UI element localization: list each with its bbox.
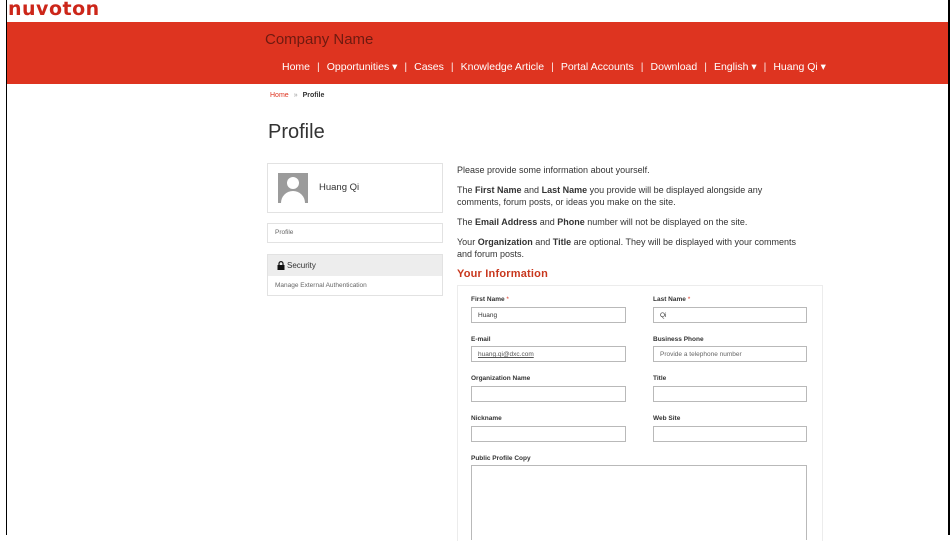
company-name[interactable]: Company Name <box>265 31 373 48</box>
nav-opportunities[interactable]: Opportunities ▾ <box>327 61 398 73</box>
sidebar-item-manage-external-auth[interactable]: Manage External Authentication <box>267 276 443 296</box>
breadcrumb-home[interactable]: Home <box>270 92 289 99</box>
nickname-field[interactable] <box>471 426 626 442</box>
organization-name-field[interactable] <box>471 386 626 402</box>
email-label: E-mail <box>471 336 491 343</box>
nuvoton-logo[interactable]: nuvoton <box>8 0 100 20</box>
your-information-heading: Your Information <box>457 268 548 280</box>
title-field[interactable] <box>653 386 807 402</box>
intro-paragraph-3: The Email Address and Phone number will … <box>457 217 748 227</box>
first-name-field[interactable]: Huang <box>471 307 626 323</box>
business-phone-label: Business Phone <box>653 336 704 343</box>
web-site-field[interactable] <box>653 426 807 442</box>
security-heading-label: Security <box>287 261 316 270</box>
email-field[interactable]: huang.qi@dxc.com <box>471 346 626 362</box>
profile-card: Huang Qi <box>267 163 443 213</box>
intro-paragraph-2: The First Name and Last Name you provide… <box>457 185 763 207</box>
last-name-label: Last Name * <box>653 296 691 303</box>
nav-cases[interactable]: Cases <box>414 61 444 73</box>
breadcrumb-current: Profile <box>302 92 325 99</box>
public-profile-copy-label: Public Profile Copy <box>471 455 531 462</box>
nav-user-menu[interactable]: Huang Qi ▾ <box>773 61 826 73</box>
business-phone-field[interactable]: Provide a telephone number <box>653 346 807 362</box>
sidebar-security-heading: Security <box>267 254 443 276</box>
page-title: Profile <box>268 121 325 143</box>
nav-portal-accounts[interactable]: Portal Accounts <box>561 61 634 73</box>
intro-paragraph-4: Your Organization and Title are optional… <box>457 237 797 259</box>
nickname-label: Nickname <box>471 415 502 422</box>
public-profile-copy-textarea[interactable] <box>471 465 807 540</box>
nav-knowledge-article[interactable]: Knowledge Article <box>461 61 544 73</box>
last-name-field[interactable]: Qi <box>653 307 807 323</box>
main-nav: Home | Opportunities ▾ | Cases | Knowledge Art… <box>282 61 826 73</box>
nav-home[interactable]: Home <box>282 61 310 73</box>
lock-icon <box>277 261 285 270</box>
avatar-icon <box>278 173 308 203</box>
first-name-label: First Name * <box>471 296 509 303</box>
title-label: Title <box>653 375 667 382</box>
site-header: Company Name Home | Opportunities ▾ | Cases |… <box>7 22 948 84</box>
organization-name-label: Organization Name <box>471 375 531 382</box>
intro-paragraph-1: Please provide some information about yo… <box>457 165 650 175</box>
breadcrumb-separator: » <box>293 92 298 99</box>
nav-download[interactable]: Download <box>651 61 698 73</box>
sidebar-item-profile[interactable]: Profile <box>267 223 443 243</box>
nav-language[interactable]: English ▾ <box>714 61 757 73</box>
profile-user-name: Huang Qi <box>319 182 360 193</box>
breadcrumb: Home » Profile <box>270 92 324 99</box>
web-site-label: Web Site <box>653 415 681 422</box>
